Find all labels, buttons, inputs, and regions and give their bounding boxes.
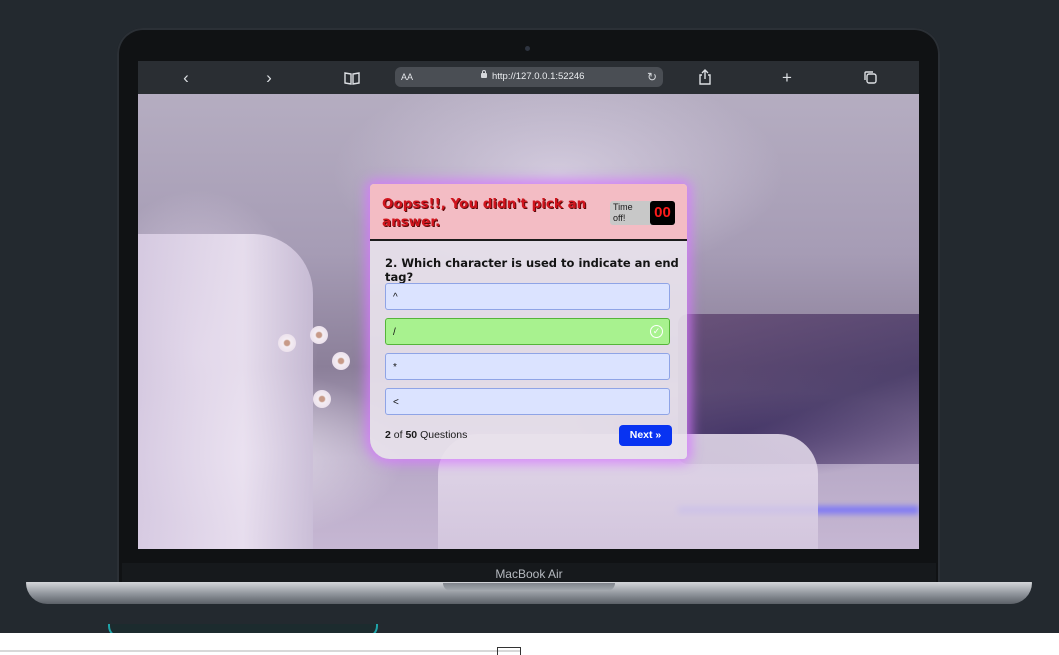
check-circle-icon: ✓ — [650, 325, 663, 338]
seat-image — [138, 234, 313, 549]
text-size-button[interactable]: AA — [401, 67, 413, 87]
laptop-bezel-bottom: MacBook Air — [122, 563, 936, 583]
answer-option[interactable]: < — [385, 388, 670, 415]
timer: Time off! 00 — [610, 201, 675, 225]
question-counter: 2 of 50 Questions — [385, 429, 467, 441]
tabs-icon[interactable] — [858, 61, 882, 94]
double-chevron-right-icon: » — [655, 429, 662, 441]
current-question-number: 2 — [385, 429, 391, 441]
flower-image — [332, 352, 350, 370]
new-tab-icon[interactable]: + — [775, 61, 799, 94]
flower-image — [313, 390, 331, 408]
share-icon[interactable] — [693, 61, 717, 94]
answer-option-label: ^ — [393, 292, 398, 303]
device-label: MacBook Air — [495, 567, 563, 581]
counter-suffix: Questions — [420, 429, 468, 441]
result-title: Oopss!!, You didn't pick an answer. — [382, 196, 587, 230]
browser-toolbar: ‹ › AA http://127.0.0.1:52246 ↻ + — [138, 61, 919, 94]
quiz-card: Oopss!!, You didn't pick an answer. Time… — [370, 184, 687, 459]
counter-of: of — [393, 429, 403, 441]
bottom-divider — [0, 650, 520, 652]
answer-option-correct[interactable]: / ✓ — [385, 318, 670, 345]
laptop-hinge-notch — [443, 583, 615, 591]
next-button-label: Next — [629, 429, 653, 441]
timer-label: Time off! — [613, 202, 633, 223]
timer-count: 00 — [650, 201, 675, 225]
total-question-count: 50 — [405, 429, 418, 441]
answer-option[interactable]: * — [385, 353, 670, 380]
answer-option-label: / — [393, 327, 396, 338]
answer-option[interactable]: ^ — [385, 283, 670, 310]
reload-icon[interactable]: ↻ — [647, 67, 657, 87]
next-button[interactable]: Next » — [619, 425, 672, 446]
answer-option-label: < — [393, 397, 399, 408]
flower-image — [278, 334, 296, 352]
forward-icon[interactable]: › — [257, 61, 281, 94]
quiz-header: Oopss!!, You didn't pick an answer. Time… — [370, 184, 687, 241]
flower-image — [310, 326, 328, 344]
back-icon[interactable]: ‹ — [174, 61, 198, 94]
lock-icon — [481, 70, 487, 78]
address-bar[interactable]: AA http://127.0.0.1:52246 ↻ — [395, 67, 663, 87]
answer-option-label: * — [393, 362, 397, 373]
question-text: 2. Which character is used to indicate a… — [385, 256, 679, 284]
url-text: http://127.0.0.1:52246 — [492, 71, 585, 82]
reader-icon[interactable] — [340, 61, 364, 94]
camera-icon — [525, 46, 530, 51]
